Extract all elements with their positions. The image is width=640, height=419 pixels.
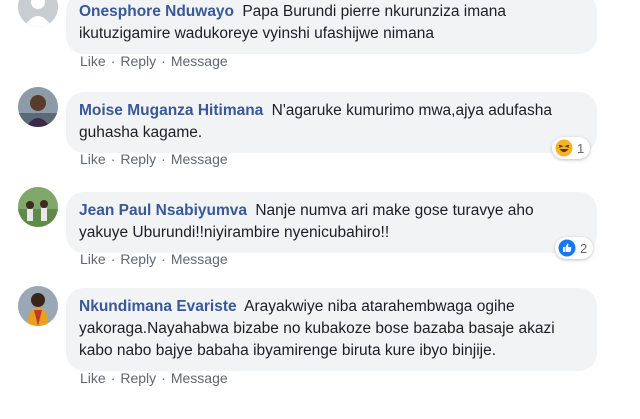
avatar[interactable] — [18, 87, 58, 127]
separator-dot: · — [110, 151, 116, 167]
comment-bubble: Jean Paul Nsabiyumva Nanje numva ari mak… — [66, 192, 597, 253]
user-photo-icon — [18, 187, 58, 227]
message-link[interactable]: Message — [171, 151, 228, 167]
like-link[interactable]: Like — [80, 53, 106, 69]
like-link[interactable]: Like — [80, 151, 106, 167]
message-link[interactable]: Message — [171, 370, 228, 386]
separator-dot: · — [161, 53, 166, 69]
like-link[interactable]: Like — [80, 251, 106, 267]
like-thumb-icon — [558, 239, 576, 257]
comment-author-link[interactable]: Onesphore Nduwayo — [79, 3, 234, 20]
haha-emoji-icon — [555, 139, 573, 157]
separator-dot: · — [110, 251, 116, 267]
avatar[interactable] — [18, 187, 58, 227]
separator-dot: · — [161, 151, 166, 167]
comment-actions: Like · Reply · Message — [80, 251, 228, 267]
reply-link[interactable]: Reply — [120, 151, 156, 167]
reaction-count: 2 — [580, 240, 588, 256]
avatar[interactable] — [18, 286, 58, 326]
message-link[interactable]: Message — [171, 53, 228, 69]
like-link[interactable]: Like — [80, 370, 106, 386]
reply-link[interactable]: Reply — [120, 53, 156, 69]
comment-bubble: Onesphore Nduwayo Papa Burundi pierre nk… — [66, 0, 597, 54]
separator-dot: · — [110, 53, 116, 69]
reply-link[interactable]: Reply — [120, 370, 156, 386]
separator-dot: · — [161, 251, 166, 267]
user-photo-icon — [18, 286, 58, 326]
comment-bubble: Moise Muganza Hitimana N'agaruke kumurim… — [66, 92, 597, 153]
comment-author-link[interactable]: Nkundimana Evariste — [79, 298, 237, 315]
default-avatar-icon — [18, 0, 58, 27]
reaction-count: 1 — [577, 140, 585, 156]
separator-dot: · — [110, 370, 116, 386]
reply-link[interactable]: Reply — [120, 251, 156, 267]
reaction-count-badge[interactable]: 1 — [552, 137, 591, 159]
separator-dot: · — [161, 370, 166, 386]
comment-author-link[interactable]: Jean Paul Nsabiyumva — [79, 202, 247, 219]
comment-actions: Like · Reply · Message — [80, 53, 228, 69]
comment-actions: Like · Reply · Message — [80, 151, 228, 167]
avatar[interactable] — [18, 0, 58, 27]
reaction-count-badge[interactable]: 2 — [555, 237, 594, 259]
comment-actions: Like · Reply · Message — [80, 370, 228, 386]
comment-bubble: Nkundimana Evariste Arayakwiye niba atar… — [66, 288, 597, 371]
comment-author-link[interactable]: Moise Muganza Hitimana — [79, 102, 263, 119]
message-link[interactable]: Message — [171, 251, 228, 267]
user-photo-icon — [18, 87, 58, 127]
